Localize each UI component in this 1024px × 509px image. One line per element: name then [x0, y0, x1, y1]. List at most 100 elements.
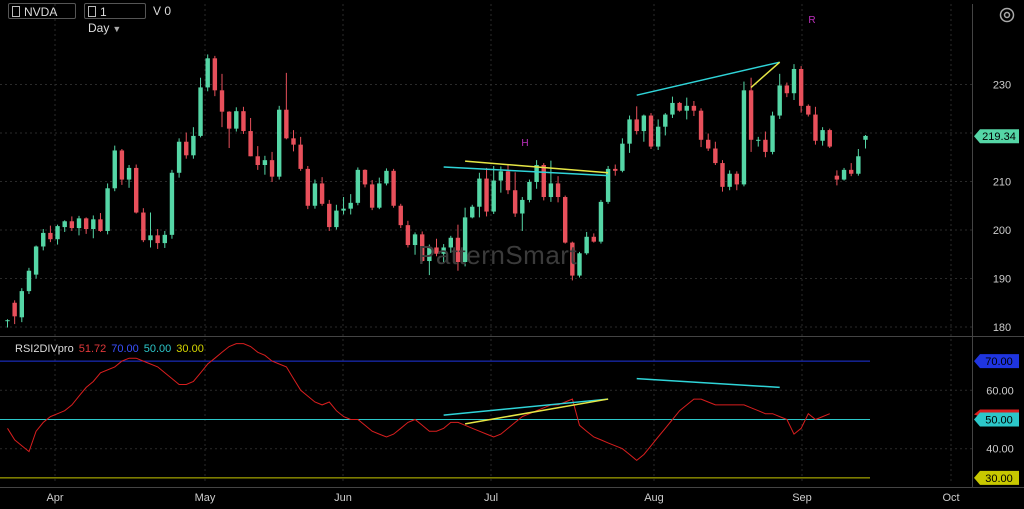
rsi-level-lines [0, 360, 870, 479]
price-tick-label: 210 [993, 177, 1011, 189]
candle-body [327, 203, 332, 228]
candle-body [741, 90, 747, 185]
candle-body [169, 172, 175, 235]
candle-body [91, 219, 96, 230]
candle-body [412, 234, 418, 246]
candle-body [205, 58, 210, 88]
indicator-name: RSI2DIVpro [15, 343, 74, 355]
period-color-swatch [88, 6, 96, 17]
candle-body [527, 181, 532, 200]
price-candles [5, 54, 868, 328]
candle-body [849, 169, 854, 174]
candle-body [148, 235, 153, 241]
candle-body [791, 68, 797, 94]
month-label: Jun [334, 492, 352, 504]
candle-body [291, 138, 296, 145]
price-tick-label: 230 [993, 80, 1011, 92]
candle-body [83, 218, 89, 230]
price-tick-label: 200 [993, 225, 1011, 237]
candle-body [477, 178, 482, 207]
candle-body [248, 131, 253, 157]
watermark: PatternSmart [418, 240, 578, 270]
candle-body [770, 115, 775, 152]
candle-body [241, 111, 246, 132]
candle-body [141, 212, 146, 241]
month-label: Sep [792, 492, 812, 504]
candle-body [405, 225, 411, 246]
candle-body [62, 221, 67, 228]
candle-body [134, 167, 139, 213]
candle-body [813, 114, 818, 141]
candle-body [176, 141, 182, 173]
candle-body [627, 119, 632, 144]
candle-body [856, 156, 861, 174]
period-selector[interactable]: 1 Day ▼ [84, 3, 146, 35]
candle-body [691, 105, 697, 111]
symbol-selector[interactable]: NVDA [8, 3, 76, 19]
candle-body [677, 102, 682, 111]
candle-body [284, 109, 289, 139]
month-label: Apr [46, 492, 63, 504]
candle-body [226, 111, 232, 129]
candle-body [334, 210, 339, 228]
candle-body [777, 85, 782, 116]
candle-body [577, 253, 582, 276]
candle-body [734, 173, 739, 185]
candle-body [641, 115, 647, 132]
candle-body [212, 58, 218, 91]
candle-body [841, 169, 847, 180]
candle-body [706, 139, 711, 149]
candle-body [262, 160, 268, 166]
candle-body [720, 163, 725, 187]
candle-body [756, 139, 761, 141]
candle-body [112, 150, 117, 189]
candle-body [126, 167, 132, 180]
candle-body [191, 135, 196, 156]
candle-body [5, 320, 10, 322]
candle-body [162, 234, 167, 244]
candle-body [834, 175, 840, 180]
candle-body [655, 126, 661, 147]
candle-body [48, 232, 53, 240]
last-price-label: 219.34 [982, 131, 1016, 143]
candle-body [713, 148, 718, 164]
candle-body [119, 150, 125, 180]
candle-body [605, 168, 611, 202]
candle-body [620, 143, 625, 171]
candle-body [184, 141, 189, 156]
price-tick-label: 180 [993, 322, 1011, 334]
candle-body [298, 144, 303, 169]
candle-body [155, 235, 160, 244]
legend-value-current: 51.72 [78, 343, 107, 355]
candle-body [698, 110, 704, 140]
candle-body [763, 139, 768, 152]
gear-icon[interactable] [998, 6, 1016, 24]
chevron-down-icon: ▼ [112, 24, 122, 34]
candle-body [26, 270, 32, 292]
candle-body [670, 102, 675, 115]
pattern-marker-h: H [521, 138, 528, 149]
candle-body [827, 130, 832, 147]
rsi-badge-70-label: 70.00 [985, 356, 1013, 368]
candle-body [784, 85, 790, 94]
candle-body [355, 169, 361, 203]
candle-body [748, 90, 754, 140]
indicator-legend: RSI2DIVpro 51.72 70.00 50.00 30.00 [15, 343, 209, 355]
candle-body [98, 219, 103, 231]
candle-body [348, 202, 353, 209]
candle-body [863, 135, 868, 140]
candle-body [505, 171, 511, 191]
candle-body [613, 168, 618, 171]
pattern-marker-r: R [808, 15, 815, 26]
candle-body [512, 190, 518, 214]
candle-body [598, 201, 604, 242]
candle-body [198, 87, 203, 136]
month-label: May [195, 492, 216, 504]
candle-body [19, 291, 24, 318]
candle-body [341, 208, 346, 211]
divergence-line [636, 61, 780, 96]
price-tick-label: 190 [993, 274, 1011, 286]
candle-body [520, 199, 525, 214]
candle-body [305, 168, 310, 206]
candle-body [12, 302, 17, 317]
